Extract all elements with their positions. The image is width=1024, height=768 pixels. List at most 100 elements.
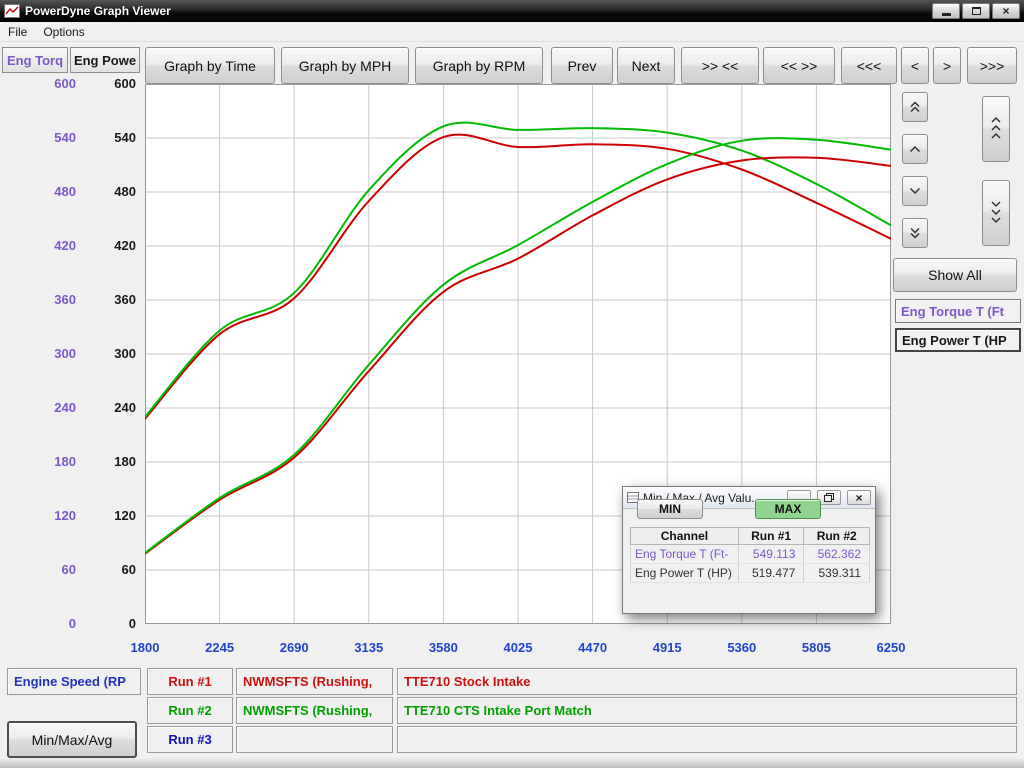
y-axis-tick-label: 120 [96,508,136,524]
tab-eng-power-axis[interactable]: Eng Powe [70,47,140,73]
y-axis-tick-label: 540 [36,130,76,146]
x-axis-tick-label: 2245 [190,640,250,655]
chevron-down-icon [909,187,921,195]
run3-file-field[interactable] [236,726,393,753]
axis-scroll-double-up-button[interactable] [902,92,928,122]
minmax-window[interactable]: Min / Max / Avg Valu... × MIN MAX Channe… [622,486,876,614]
cell-channel: Eng Power T (HP) [631,564,739,583]
tab-label: Eng Torq [7,53,63,68]
y-axis-tick-label: 60 [36,562,76,578]
column-header-run1: Run #1 [738,528,804,545]
y-axis-tick-label: 480 [36,184,76,200]
cell-run2-value: 539.311 [804,564,870,583]
graph-by-mph-button[interactable]: Graph by MPH [281,47,409,84]
axis-scroll-down-button[interactable] [902,176,928,206]
run3-desc-field[interactable] [397,726,1017,753]
run2-label: Run #2 [168,703,211,718]
y-axis-tick-label: 540 [96,130,136,146]
x-axis-tick-label: 5360 [712,640,772,655]
maximize-button[interactable] [962,3,990,19]
run3-label: Run #3 [168,732,211,747]
title-bar[interactable]: PowerDyne Graph Viewer × [0,0,1024,22]
axis-scroll-double-down-button[interactable] [902,218,928,248]
x-axis-tick-label: 4025 [488,640,548,655]
zoom-in-button[interactable]: >> << [681,47,759,84]
window-title: PowerDyne Graph Viewer [25,4,930,18]
run1-label: Run #1 [168,674,211,689]
run2-desc-field[interactable]: TTE710 CTS Intake Port Match [397,697,1017,724]
zoom-out-button[interactable]: << >> [763,47,835,84]
y-axis-tick-label: 360 [96,292,136,308]
restore-icon [824,493,834,502]
double-chevron-up-icon [909,101,921,113]
menu-bar: File Options [0,22,1024,42]
triple-chevron-up-icon [990,116,1002,142]
x-axis-tick-label: 2690 [264,640,324,655]
close-icon: × [1002,5,1009,17]
graph-by-time-button[interactable]: Graph by Time [145,47,275,84]
y-axis-tick-label: 120 [36,508,76,524]
legend-eng-torque[interactable]: Eng Torque T (Ft [895,299,1021,323]
y-axis-tick-label: 240 [96,400,136,416]
minmax-close-button[interactable]: × [847,490,871,505]
pan-right-button[interactable]: > [933,47,961,84]
show-all-button[interactable]: Show All [893,258,1017,292]
axis-scroll-up-button[interactable] [902,134,928,164]
x-channel-field[interactable]: Engine Speed (RP [7,668,141,695]
pan-far-left-button[interactable]: <<< [841,47,897,84]
column-header-channel: Channel [631,528,739,545]
x-channel-label: Engine Speed (RP [14,674,126,689]
run1-desc-field[interactable]: TTE710 Stock Intake [397,668,1017,695]
x-axis-tick-label: 5805 [786,640,846,655]
maximize-icon [972,7,981,15]
chevron-up-icon [909,145,921,153]
legend-label: Eng Torque T (Ft [901,304,1004,319]
tab-eng-torque-axis[interactable]: Eng Torq [2,47,68,73]
table-row: Eng Power T (HP) 519.477 539.311 [631,564,870,583]
y-axis-tick-label: 180 [36,454,76,470]
menu-file[interactable]: File [0,23,35,41]
next-button[interactable]: Next [617,47,675,84]
axis-page-down-button[interactable] [982,180,1010,246]
legend-eng-power[interactable]: Eng Power T (HP [895,328,1021,352]
y-axis-tick-label: 300 [96,346,136,362]
triple-chevron-down-icon [990,200,1002,226]
app-icon [4,4,20,18]
cell-run1-value: 519.477 [738,564,804,583]
run2-file-field[interactable]: NWMSFTS (Rushing, [236,697,393,724]
run1-label-field[interactable]: Run #1 [147,668,233,695]
x-axis-tick-label: 3135 [339,640,399,655]
cell-channel: Eng Torque T (Ft- [631,545,739,564]
axis-page-up-button[interactable] [982,96,1010,162]
menu-options[interactable]: Options [35,23,92,41]
run2-label-field[interactable]: Run #2 [147,697,233,724]
y-axis-tick-label: 600 [36,76,76,92]
column-header-run2: Run #2 [804,528,870,545]
y-axis-tick-label: 0 [36,616,76,632]
min-toggle-button[interactable]: MIN [637,499,703,519]
close-icon: × [855,492,862,504]
run1-file-field[interactable]: NWMSFTS (Rushing, [236,668,393,695]
y-axis-tick-label: 420 [96,238,136,254]
minmax-table: Channel Run #1 Run #2 Eng Torque T (Ft- … [630,527,870,583]
cell-run1-value: 549.113 [738,545,804,564]
x-axis-tick-label: 6250 [861,640,921,655]
y-axis-tick-label: 420 [36,238,76,254]
graph-by-rpm-button[interactable]: Graph by RPM [415,47,543,84]
double-chevron-down-icon [909,227,921,239]
x-axis-tick-label: 1800 [115,640,175,655]
minimize-icon [942,13,951,16]
minimize-button[interactable] [932,3,960,19]
close-button[interactable]: × [992,3,1020,19]
run3-label-field[interactable]: Run #3 [147,726,233,753]
pan-far-right-button[interactable]: >>> [967,47,1017,84]
pan-left-button[interactable]: < [901,47,929,84]
y-axis-tick-label: 480 [96,184,136,200]
minmaxavg-button[interactable]: Min/Max/Avg [7,721,137,758]
y-axis-tick-label: 0 [96,616,136,632]
max-toggle-button[interactable]: MAX [755,499,821,519]
y-axis-tick-label: 60 [96,562,136,578]
prev-button[interactable]: Prev [551,47,613,84]
y-axis-tick-label: 360 [36,292,76,308]
run2-file: NWMSFTS (Rushing, [243,703,372,718]
